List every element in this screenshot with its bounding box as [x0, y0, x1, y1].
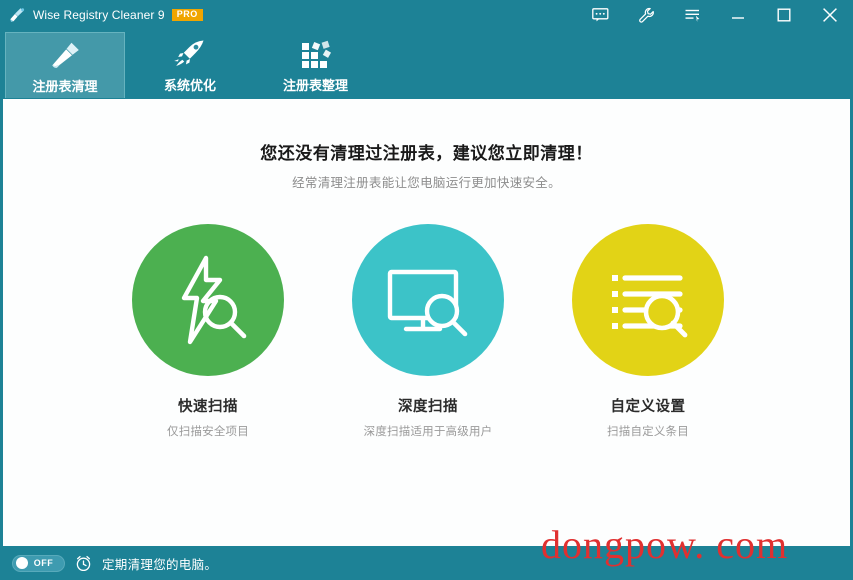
- action-title: 自定义设置: [610, 399, 686, 415]
- tab-bar: 注册表清理 系统优化 注册表整理: [0, 30, 853, 98]
- quick-scan-circle[interactable]: [132, 224, 284, 376]
- content-panel: 您还没有清理过注册表，建议您立即清理！ 经常清理注册表能让您电脑运行更加快速安全…: [3, 99, 850, 546]
- close-icon[interactable]: [807, 0, 853, 30]
- action-desc: 深度扫描适用于高级用户: [363, 426, 493, 438]
- custom-settings-circle[interactable]: [572, 224, 724, 376]
- app-window: Wise Registry Cleaner 9 PRO 注册表清理 系统优化 注…: [0, 0, 853, 580]
- deep-scan-circle[interactable]: [352, 224, 504, 376]
- action-title: 快速扫描: [178, 399, 238, 415]
- lightning-search-icon: [181, 255, 247, 345]
- page-headline: 您还没有清理过注册表，建议您立即清理！: [260, 144, 593, 163]
- feedback-icon[interactable]: [577, 0, 623, 30]
- title-bar-controls: [577, 0, 853, 30]
- tools-icon[interactable]: [623, 0, 669, 30]
- tab-label: 注册表清理: [32, 79, 98, 94]
- tab-system-optimize[interactable]: 系统优化: [140, 32, 240, 98]
- broom-app-icon: [10, 8, 25, 22]
- custom-settings-action[interactable]: 自定义设置 扫描自定义条目: [533, 224, 763, 439]
- status-text: 定期清理您的电脑。: [102, 557, 218, 572]
- action-desc: 扫描自定义条目: [607, 426, 689, 438]
- toggle-knob: [16, 557, 28, 569]
- pro-badge: PRO: [171, 9, 203, 21]
- monitor-search-icon: [387, 269, 468, 337]
- tab-registry-cleaner[interactable]: 注册表清理: [5, 32, 125, 98]
- quick-scan-action[interactable]: 快速扫描 仅扫描安全项目: [93, 224, 323, 439]
- tab-label: 注册表整理: [282, 78, 348, 93]
- action-title: 深度扫描: [398, 399, 458, 415]
- tab-label: 系统优化: [163, 78, 216, 93]
- menu-icon[interactable]: [669, 0, 715, 30]
- status-bar: OFF 定期清理您的电脑。: [0, 546, 853, 580]
- rocket-icon: [173, 39, 207, 69]
- schedule-toggle[interactable]: OFF: [12, 554, 65, 572]
- app-title: Wise Registry Cleaner 9: [33, 8, 165, 22]
- deep-scan-action[interactable]: 深度扫描 深度扫描适用于高级用户: [313, 224, 543, 439]
- list-search-icon: [612, 275, 688, 338]
- blocks-icon: [299, 39, 333, 69]
- toggle-state-label: OFF: [33, 558, 54, 568]
- page-subheadline: 经常清理注册表能让您电脑运行更加快速安全。: [292, 176, 561, 190]
- action-desc: 仅扫描安全项目: [167, 426, 249, 438]
- minimize-icon[interactable]: [715, 0, 761, 30]
- title-bar-left: Wise Registry Cleaner 9 PRO: [0, 6, 203, 24]
- alarm-clock-icon: [76, 555, 91, 571]
- title-bar: Wise Registry Cleaner 9 PRO: [0, 0, 853, 30]
- broom-icon: [47, 40, 83, 70]
- tab-registry-defrag[interactable]: 注册表整理: [263, 32, 368, 98]
- maximize-icon[interactable]: [761, 0, 807, 30]
